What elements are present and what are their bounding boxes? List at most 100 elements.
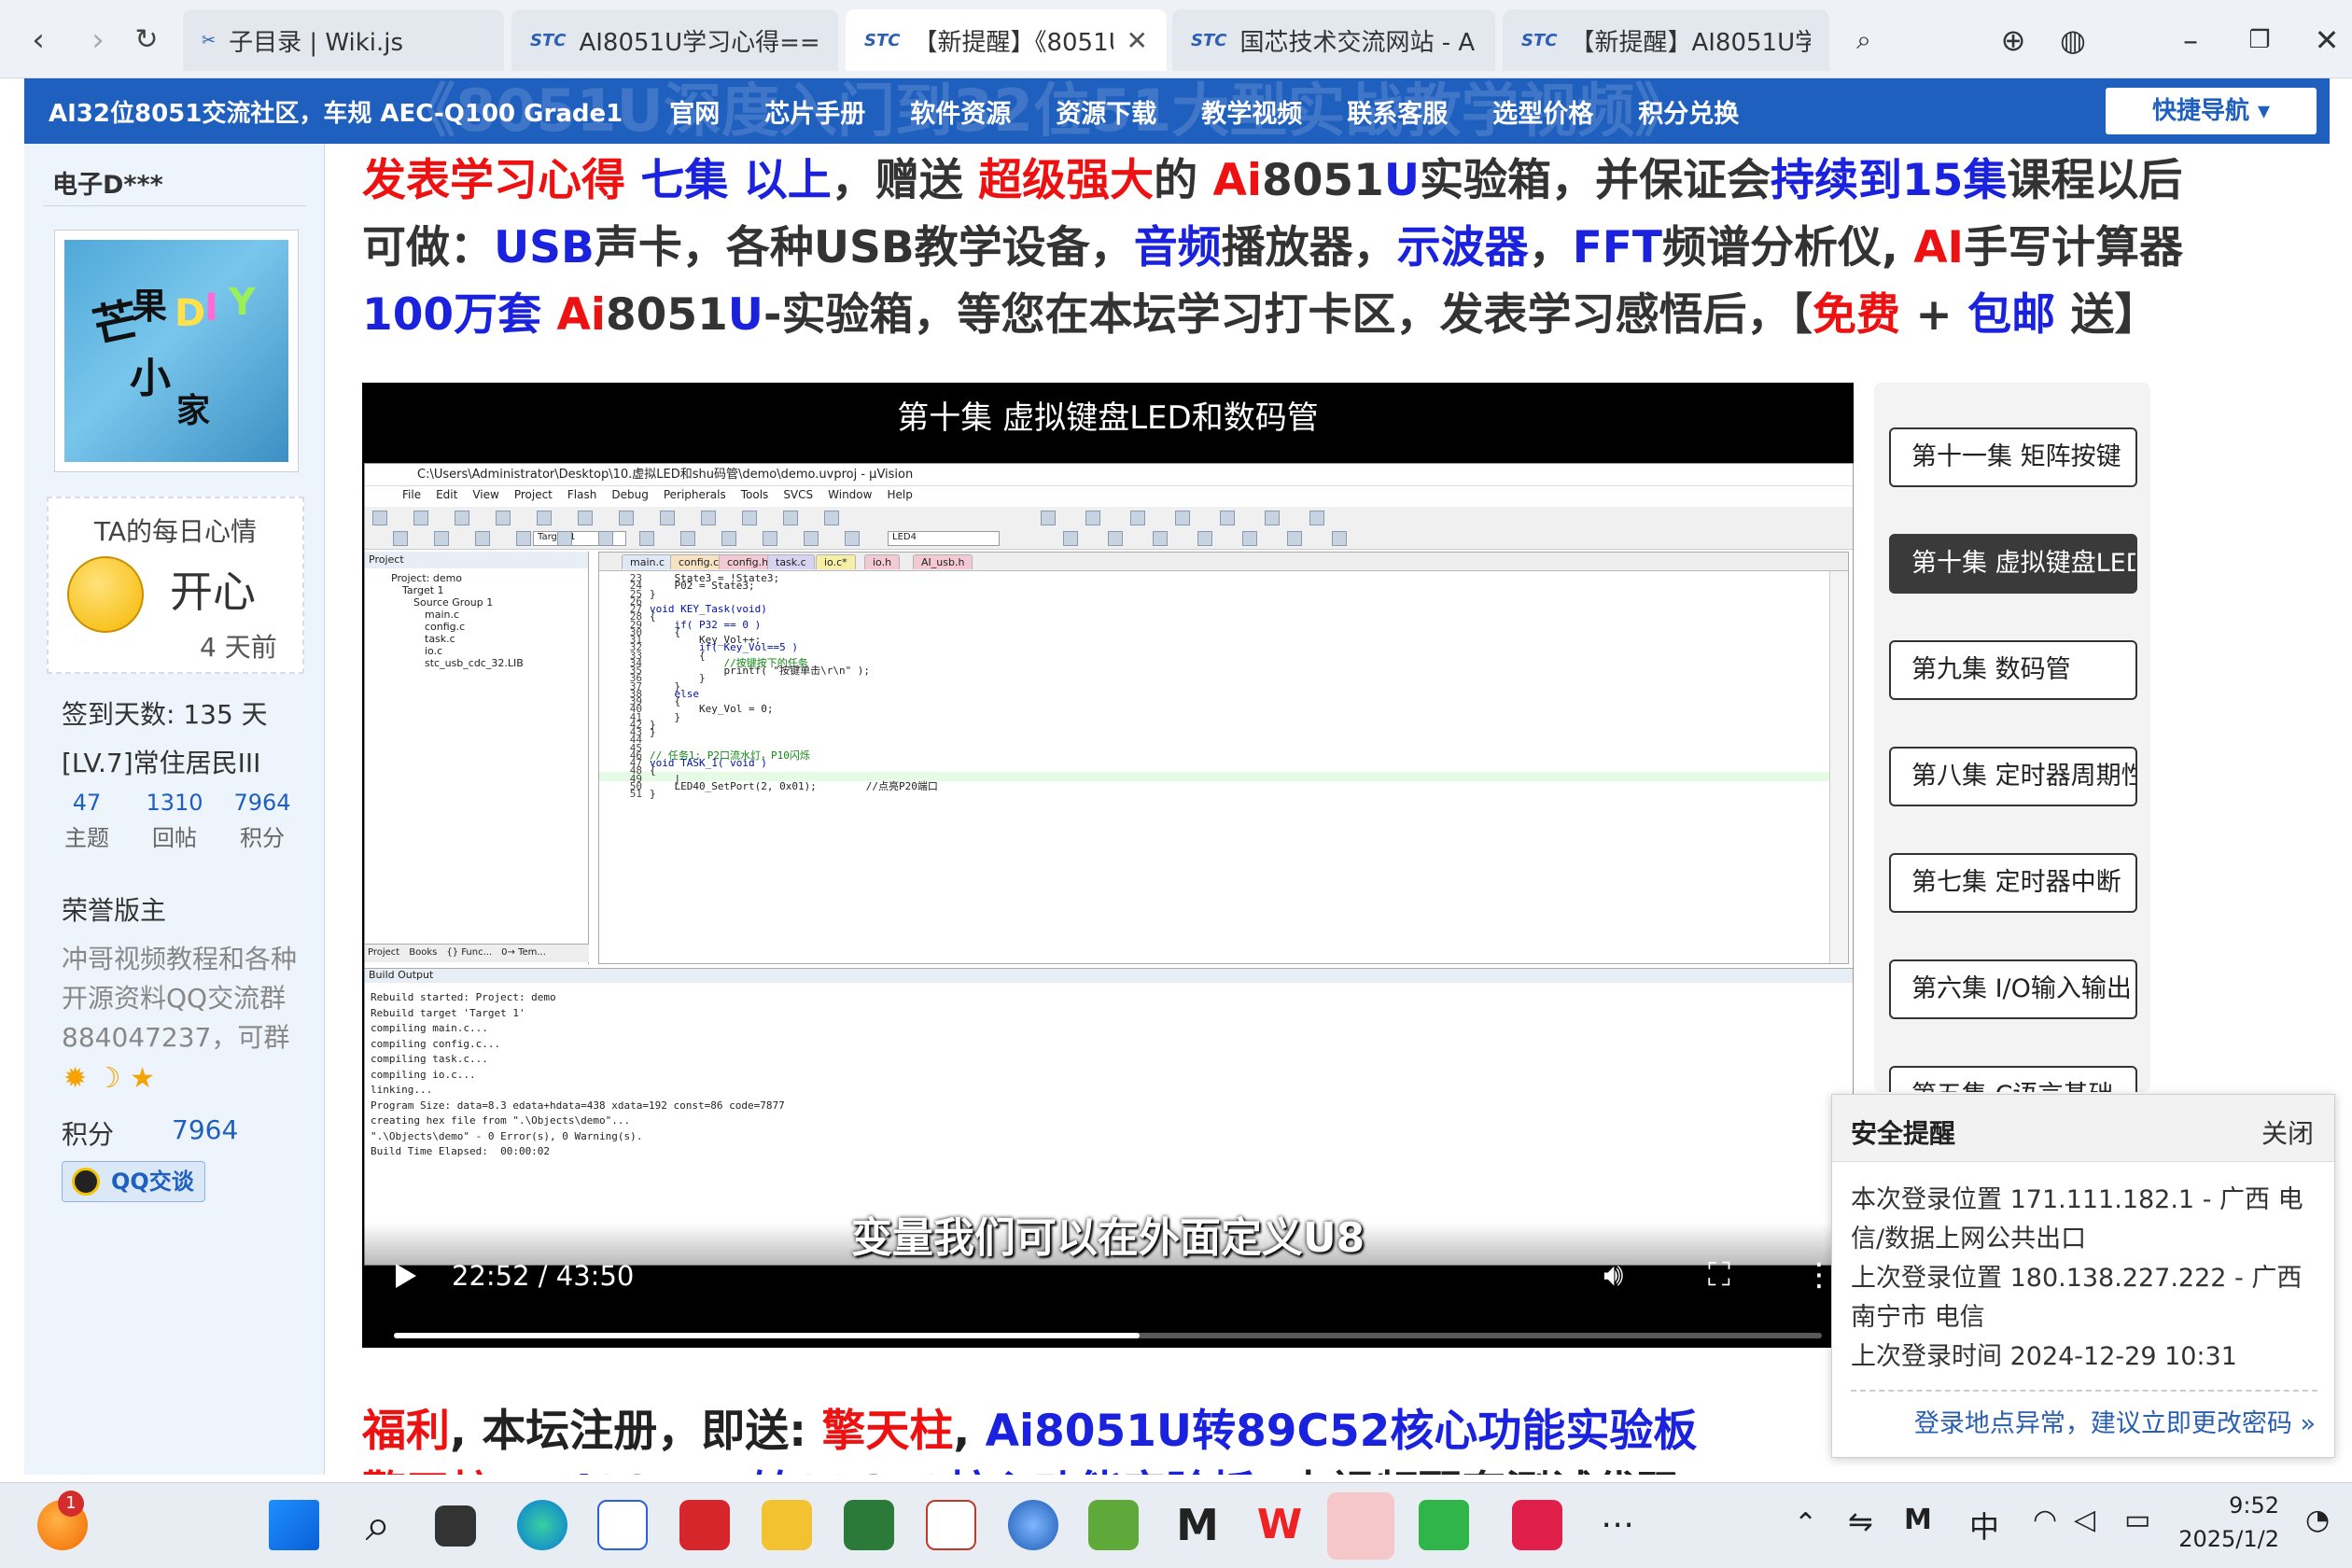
username[interactable]: 电子D*** <box>52 164 163 201</box>
tab-title: 子目录 | Wiki.js <box>229 28 404 57</box>
promo-segment: 手写计算器 <box>1964 222 2184 273</box>
code-line: void KEY_Task(void) <box>650 603 767 615</box>
search-icon[interactable]: ⌕ <box>353 1500 403 1550</box>
video-time: 22:52 / 43:50 <box>452 1260 635 1292</box>
code-line: } <box>650 587 656 600</box>
ide-toolbar-icon <box>660 511 675 525</box>
ide-toolbar-field: LED4 <box>888 531 1000 546</box>
app-m2-icon[interactable]: M <box>1172 1500 1223 1550</box>
code-line: LED40_SetPort(2, 0x01); //点亮P20端口 <box>650 779 938 792</box>
avatar-char: 小 <box>130 355 171 402</box>
promo-segment: , <box>953 1406 986 1457</box>
battery-icon[interactable]: ▭ <box>2124 1504 2150 1536</box>
project-pane-tabs: Project Books {} Func... 0→ Tem... <box>365 944 589 962</box>
app-signal-icon[interactable] <box>926 1500 976 1550</box>
wechat-icon[interactable] <box>1327 1492 1394 1560</box>
download-icon[interactable]: ⊕ <box>1990 17 2037 63</box>
keil-icon[interactable] <box>844 1500 894 1550</box>
huawei-icon[interactable] <box>679 1500 730 1550</box>
qq-chat-button[interactable]: QQ交谈 <box>62 1161 205 1202</box>
ide-title: C:\Users\Administrator\Desktop\10.虚拟LED和… <box>365 464 1853 486</box>
video-progress-bar[interactable] <box>394 1333 1822 1338</box>
tray-m-icon[interactable]: M <box>1904 1504 1932 1536</box>
app-globe-icon[interactable] <box>1008 1500 1058 1550</box>
code-line: void TASK_1( void ) <box>650 757 767 769</box>
episode-item[interactable]: 第五集 C语言基础 <box>1889 1066 2137 1092</box>
quick-nav-button[interactable]: 快捷导航 ▾ <box>2106 88 2317 134</box>
stc-favicon-icon: STC <box>1521 30 1558 50</box>
globe-icon[interactable]: ◍ <box>2050 17 2096 63</box>
tray-chevron-icon[interactable]: ⌃ <box>1794 1507 1817 1540</box>
app-p-icon[interactable] <box>1512 1500 1562 1550</box>
notifications-icon[interactable]: ◔ <box>2305 1504 2330 1536</box>
edge-icon[interactable] <box>517 1500 567 1550</box>
ide-menu-item: Peripherals <box>663 488 726 501</box>
promo-segment: , 本坛注册，即送: <box>450 1406 822 1457</box>
ide-menu-item: Window <box>828 488 873 501</box>
tray-app-icon[interactable]: ⇋ <box>1848 1504 1873 1539</box>
tab-close-icon[interactable]: ✕ <box>1127 25 1148 56</box>
browser-tab[interactable]: STC AI8051U学习心得==== <box>511 9 838 71</box>
episode-item[interactable]: 第八集 定时器周期性调度任务 <box>1889 747 2137 806</box>
browser-tab[interactable]: STC 国芯技术交流网站 - AI32 <box>1172 9 1495 71</box>
project-tree-item: Target 1 <box>402 584 444 596</box>
minimize-icon[interactable]: – <box>2167 17 2214 63</box>
ide-toolbar: LED4 Target 1 <box>365 507 1853 550</box>
stat-replies[interactable]: 1310 回帖 <box>133 790 217 852</box>
app-monitor-icon[interactable] <box>1419 1500 1469 1550</box>
ide-toolbar-icon <box>557 531 572 546</box>
mood-text: 开心 <box>170 567 256 617</box>
code-line: P02 = State3; <box>650 580 755 593</box>
project-tree-item: Source Group 1 <box>413 596 494 609</box>
browser-tab[interactable]: ✂ 子目录 | Wiki.js <box>183 9 504 71</box>
app-m-icon[interactable] <box>597 1500 648 1550</box>
build-output-header: Build Output <box>365 968 1853 983</box>
promo-segment: 发表学习心得 <box>362 155 641 206</box>
reload-icon[interactable]: ↻ <box>123 17 170 63</box>
episode-item[interactable]: 第七集 定时器中断 <box>1889 853 2137 913</box>
stat-points[interactable]: 7964 积分 <box>220 790 304 852</box>
build-output-line: compiling main.c... <box>371 1022 488 1034</box>
video-player[interactable]: 第十集 虚拟键盘LED和数码管 C:\Users\Administrator\D… <box>362 383 1854 1348</box>
promo-segment: 七集 以上 <box>640 155 832 206</box>
volume-tray-icon[interactable]: ◁ <box>2074 1504 2095 1536</box>
browser-tab[interactable]: STC 【新提醒】《8051U ✕ <box>846 9 1167 71</box>
more-apps-icon[interactable]: ⋯ <box>1592 1500 1643 1550</box>
back-icon[interactable]: ‹ <box>15 17 62 63</box>
change-password-link[interactable]: 登录地点异常，建议立即更改密码 » <box>1914 1403 2316 1439</box>
user-level[interactable]: [LV.7]常住居民III <box>62 743 260 780</box>
play-icon[interactable] <box>396 1264 416 1288</box>
restore-icon[interactable]: ❐ <box>2236 17 2283 63</box>
episode-item[interactable]: 第六集 I/O输入输出 <box>1889 959 2137 1019</box>
ide-toolbar-icon <box>1085 511 1100 525</box>
stat-value: 47 <box>72 790 102 816</box>
forward-icon[interactable]: › <box>75 17 121 63</box>
ide-toolbar-icon <box>434 531 449 546</box>
episode-item[interactable]: 第十集 虚拟键盘LED和数码管 <box>1889 534 2137 594</box>
task-view-icon[interactable] <box>435 1505 476 1547</box>
promo-segment: 频谱分析仪, <box>1661 222 1914 273</box>
close-icon[interactable]: ✕ <box>2303 17 2350 63</box>
clock-time[interactable]: 9:52 <box>2186 1492 2279 1519</box>
ide-menu-item: File <box>402 488 422 501</box>
code-line: } <box>650 726 656 738</box>
browser-tab[interactable]: STC 【新提醒】AI8051U学习 <box>1503 9 1829 71</box>
file-explorer-icon[interactable] <box>762 1500 812 1550</box>
promo-segment: 音频 <box>1133 222 1222 273</box>
build-output-line: compiling config.c... <box>371 1037 501 1050</box>
start-icon[interactable] <box>269 1500 319 1550</box>
promo-segment: 送】 <box>2055 289 2159 341</box>
stat-topics[interactable]: 47 主题 <box>45 790 129 852</box>
wps-icon[interactable]: W <box>1254 1500 1305 1550</box>
episode-item[interactable]: 第十一集 矩阵按键 <box>1889 427 2137 487</box>
tab-search-icon[interactable]: ⌕ <box>1841 17 1887 63</box>
mood-title: TA的每日心情 <box>93 516 258 547</box>
security-alert-close-button[interactable]: 关闭 <box>2261 1113 2314 1151</box>
clock-date[interactable]: 2025/1/2 <box>2156 1526 2279 1552</box>
avatar[interactable]: 芒 果 D I Y 小 家 <box>54 230 299 472</box>
episode-item[interactable]: 第九集 数码管 <box>1889 640 2137 700</box>
promo-segment: ， <box>1528 222 1573 273</box>
ime-indicator[interactable]: 中 <box>1969 1504 1999 1547</box>
app-pen-icon[interactable] <box>1088 1500 1139 1550</box>
wifi-icon[interactable]: ◠ <box>2033 1504 2057 1536</box>
